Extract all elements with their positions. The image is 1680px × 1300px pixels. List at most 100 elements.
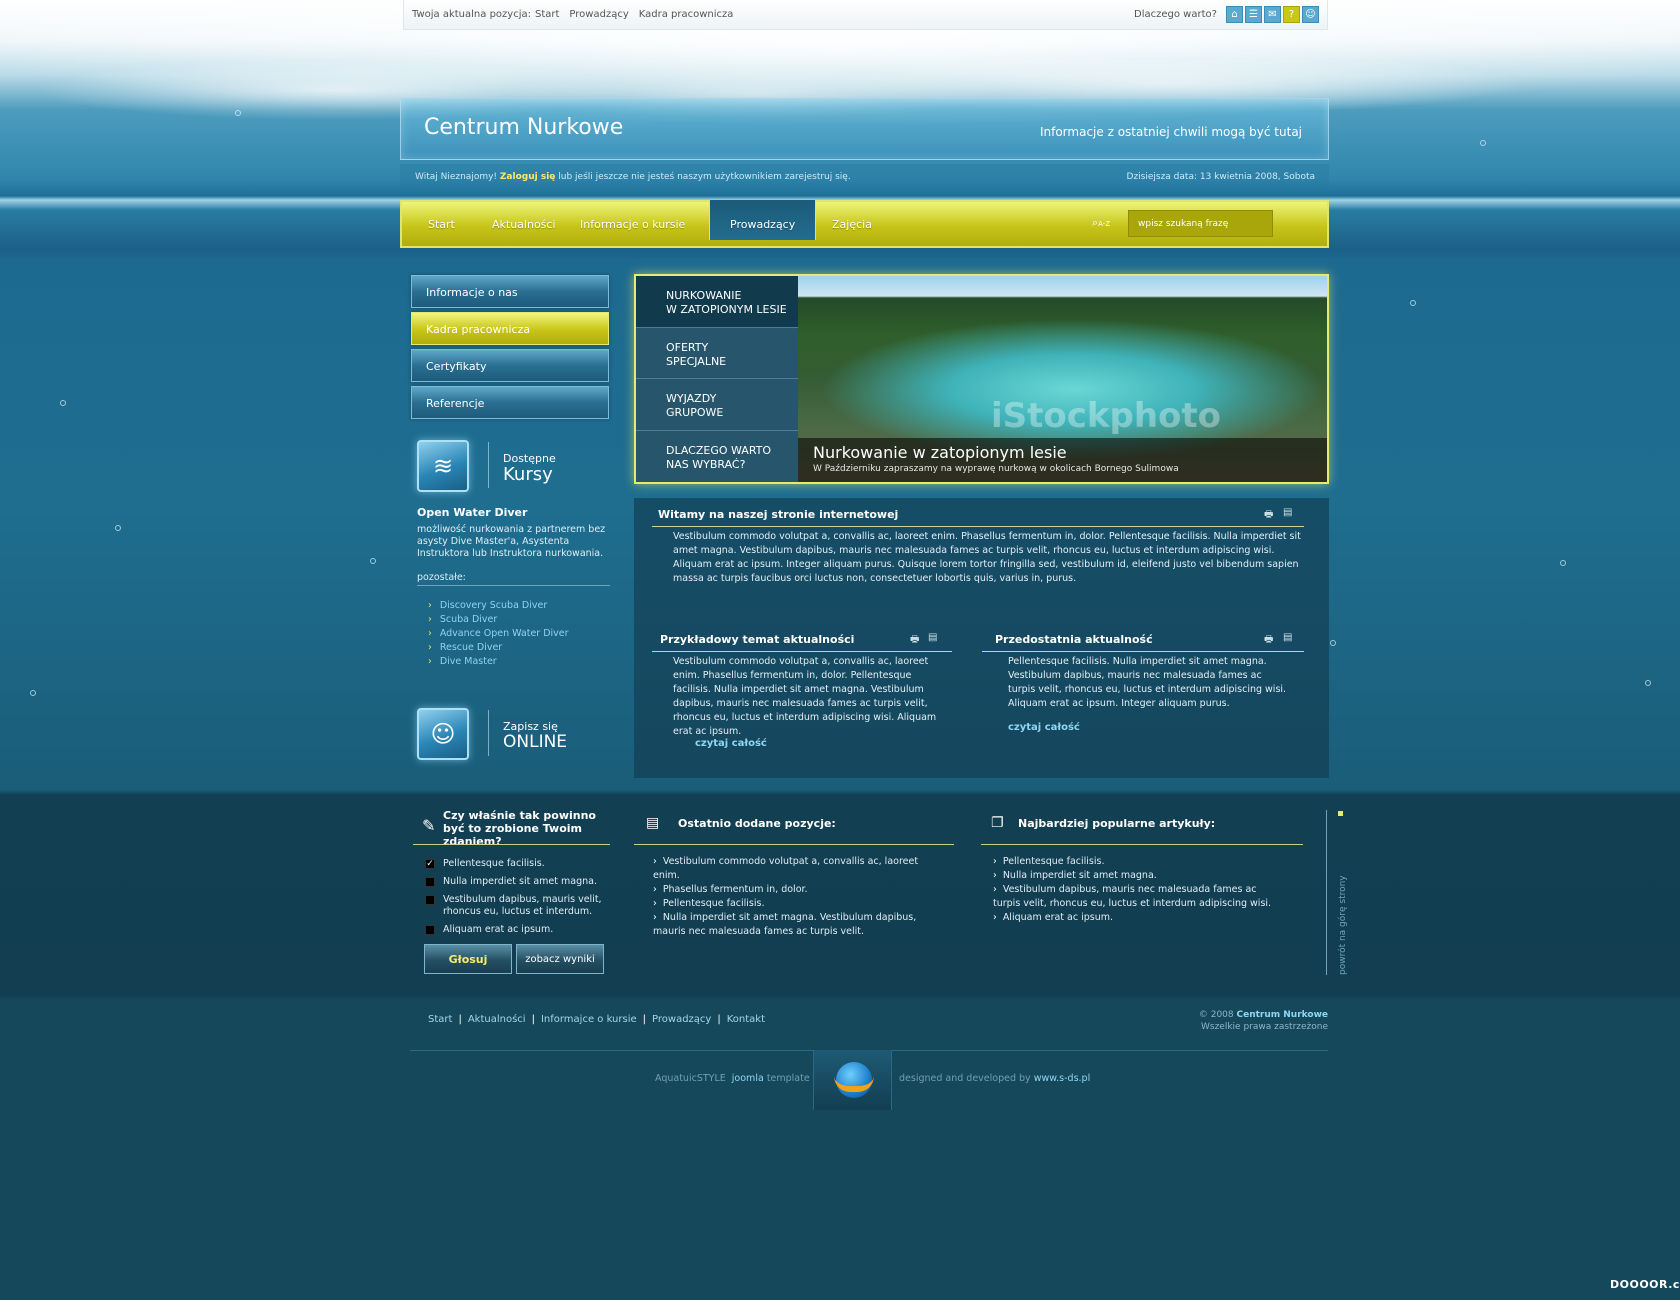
footer-link-aktualnosci[interactable]: Aktualności: [468, 1014, 526, 1025]
results-button[interactable]: zobacz wyniki: [516, 944, 604, 974]
list-item[interactable]: Vestibulum commodo volutpat a, convallis…: [653, 855, 943, 883]
pdf-icon[interactable]: ▤: [1283, 507, 1292, 518]
copyright-name[interactable]: Centrum Nurkowe: [1237, 1010, 1329, 1020]
footer-link-kontakt[interactable]: Kontakt: [727, 1014, 765, 1025]
read-more-link[interactable]: czytaj całość: [1008, 722, 1080, 733]
print-icon[interactable]: 🖶: [1264, 632, 1273, 649]
poll-option[interactable]: Vestibulum dapibus, mauris velit, rhoncu…: [425, 894, 605, 918]
slider-caption-title[interactable]: Nurkowanie w zatopionym lesie: [813, 443, 1312, 462]
user-icon[interactable]: ☺: [1302, 6, 1319, 23]
add-user-icon[interactable]: ☺: [417, 708, 469, 760]
footer-link-informacje[interactable]: Informajce o kursie: [541, 1014, 637, 1025]
slider-tab-line: NURKOWANIE: [666, 289, 742, 302]
bubble-decoration: [1645, 680, 1651, 686]
sidebar-item-referencje[interactable]: Referencje: [411, 386, 609, 419]
credit-template: template: [766, 1073, 810, 1084]
nav-item-prowadzacy[interactable]: Prowadzący: [709, 200, 817, 240]
copyright-year: © 2008: [1198, 1010, 1234, 1020]
separator: |: [531, 1014, 535, 1025]
print-icon[interactable]: 🖶: [1264, 507, 1273, 524]
sidebar-item-informacje[interactable]: Informacje o nas: [411, 275, 609, 308]
site-title[interactable]: Centrum Nurkowe: [424, 115, 623, 140]
nav-item-start[interactable]: Start: [428, 218, 455, 231]
list-item[interactable]: Pellentesque facilisis.: [653, 897, 943, 911]
slider-tab[interactable]: DLACZEGO WARTO NAS WYBRAĆ?: [636, 430, 798, 482]
search-input[interactable]: wpisz szukaną frazę: [1128, 210, 1273, 237]
breadcrumb-kadra[interactable]: Kadra pracownicza: [639, 9, 734, 20]
news-text: Vestibulum commodo volutpat a, convallis…: [673, 656, 937, 737]
help-icon[interactable]: ?: [1283, 6, 1300, 23]
login-link[interactable]: Zaloguj się: [500, 172, 555, 182]
mail-icon[interactable]: ✉: [1264, 6, 1281, 23]
copyright: © 2008 Centrum Nurkowe Wszelkie prawa za…: [1120, 1009, 1328, 1033]
slider-caption-text: W Październiku zapraszamy na wyprawę nur…: [813, 464, 1179, 474]
list-item[interactable]: Phasellus fermentum in, dolor.: [653, 883, 943, 897]
sitemap-icon[interactable]: ☰: [1245, 6, 1262, 23]
welcome-greeting: Witaj Nieznajomy!: [415, 172, 498, 182]
vote-button[interactable]: Głosuj: [424, 944, 512, 974]
list-item[interactable]: Advance Open Water Diver: [428, 627, 569, 641]
list-item[interactable]: Vestibulum dapibus, mauris nec malesuada…: [993, 883, 1283, 911]
home-icon[interactable]: ⌂: [1226, 6, 1243, 23]
top-icons: ⌂ ☰ ✉ ? ☺: [1226, 6, 1319, 23]
poll-option[interactable]: Nulla imperdiet sit amet magna.: [425, 876, 597, 888]
document-icon: ▤: [646, 815, 660, 831]
slider-tab[interactable]: OFERTY SPECJALNE: [636, 327, 798, 379]
credit-url[interactable]: www.s-ds.pl: [1034, 1073, 1091, 1084]
nav-item-aktualnosci[interactable]: Aktualności: [492, 218, 556, 231]
slider-tab[interactable]: NURKOWANIE W ZATOPIONYM LESIE: [636, 276, 798, 328]
read-more-link[interactable]: czytaj całość: [695, 738, 767, 749]
bubble-decoration: [235, 110, 241, 116]
sidebar-item-kadra[interactable]: Kadra pracownicza: [411, 312, 609, 345]
checkbox-checked[interactable]: ✓: [425, 859, 435, 869]
site-watermark: DOOOOR.com: [1610, 1278, 1680, 1291]
credit-joomla[interactable]: joomla: [732, 1073, 764, 1084]
breadcrumb-start[interactable]: Start: [535, 9, 559, 20]
divider: [982, 651, 1304, 652]
checkbox[interactable]: [425, 895, 435, 905]
footer-link-prowadzacy[interactable]: Prowadzący: [652, 1014, 711, 1025]
print-icon[interactable]: 🖶: [910, 632, 919, 649]
article-title: Witamy na naszej stronie internetowej: [658, 508, 899, 521]
top-bar: Twoja aktualna pozycja: Start Prowadzący Ka…: [403, 0, 1328, 30]
nav-item-zajecia[interactable]: Zajęcia: [832, 218, 872, 231]
checkbox[interactable]: [425, 925, 435, 935]
news-title[interactable]: Przedostatnia aktualność: [995, 633, 1153, 646]
list-item[interactable]: Nulla imperdiet sit amet magna. Vestibul…: [653, 911, 943, 939]
other-courses-label: pozostałe:: [417, 572, 466, 583]
why-link[interactable]: Dlaczego warto?: [1134, 9, 1217, 20]
list-item[interactable]: Pellentesque facilisis.: [993, 855, 1283, 869]
list-item[interactable]: Aliquam erat ac ipsum.: [993, 911, 1283, 925]
sidebar-item-certyfikaty[interactable]: Certyfikaty: [411, 349, 609, 382]
poll-option[interactable]: ✓ Pellentesque facilisis.: [425, 858, 545, 870]
signup-big[interactable]: ONLINE: [503, 732, 567, 752]
back-to-top-link[interactable]: powrót na górę strony: [1338, 875, 1348, 975]
slider-tab[interactable]: WYJAZDY GRUPOWE: [636, 379, 798, 431]
welcome-register[interactable]: lub jeśli jeszcze nie jesteś naszym użyt…: [558, 172, 850, 182]
credit-style: AquatuicSTYLE: [655, 1073, 726, 1084]
popular-title: Najbardziej popularne artykuły:: [1018, 817, 1216, 830]
article-text: Vestibulum commodo volutpat a, convallis…: [673, 531, 1301, 584]
pdf-icon[interactable]: ▤: [1283, 632, 1292, 643]
slider-tabs: NURKOWANIE W ZATOPIONYM LESIE OFERTY SPECJ…: [636, 276, 798, 482]
logo: [813, 1050, 892, 1110]
breadcrumb-prefix: Twoja aktualna pozycja:: [412, 9, 531, 20]
checkbox[interactable]: [425, 877, 435, 887]
list-item[interactable]: Rescue Diver: [428, 641, 569, 655]
list-item[interactable]: Discovery Scuba Diver: [428, 599, 569, 613]
list-item[interactable]: Nulla imperdiet sit amet magna.: [993, 869, 1283, 883]
nav-item-informacje[interactable]: Informacje o kursie: [580, 218, 685, 231]
featured-course-title[interactable]: Open Water Diver: [417, 506, 527, 519]
pdf-icon[interactable]: ▤: [928, 632, 937, 643]
breadcrumb-prowadzacy[interactable]: Prowadzący: [569, 9, 628, 20]
footer-link-start[interactable]: Start: [428, 1014, 452, 1025]
list-item[interactable]: Scuba Diver: [428, 613, 569, 627]
welcome-bar: Witaj Nieznajomy! Zaloguj się lub jeśli …: [400, 164, 1329, 190]
slider-tab-line: SPECJALNE: [666, 354, 727, 368]
poll-option[interactable]: Aliquam erat ac ipsum.: [425, 924, 553, 936]
list-item[interactable]: Dive Master: [428, 655, 569, 669]
bubble-decoration: [30, 690, 36, 696]
slider-tab-line: WYJAZDY: [666, 392, 717, 405]
bubble-decoration: [1560, 560, 1566, 566]
news-title[interactable]: Przykładowy temat aktualności: [660, 633, 854, 646]
